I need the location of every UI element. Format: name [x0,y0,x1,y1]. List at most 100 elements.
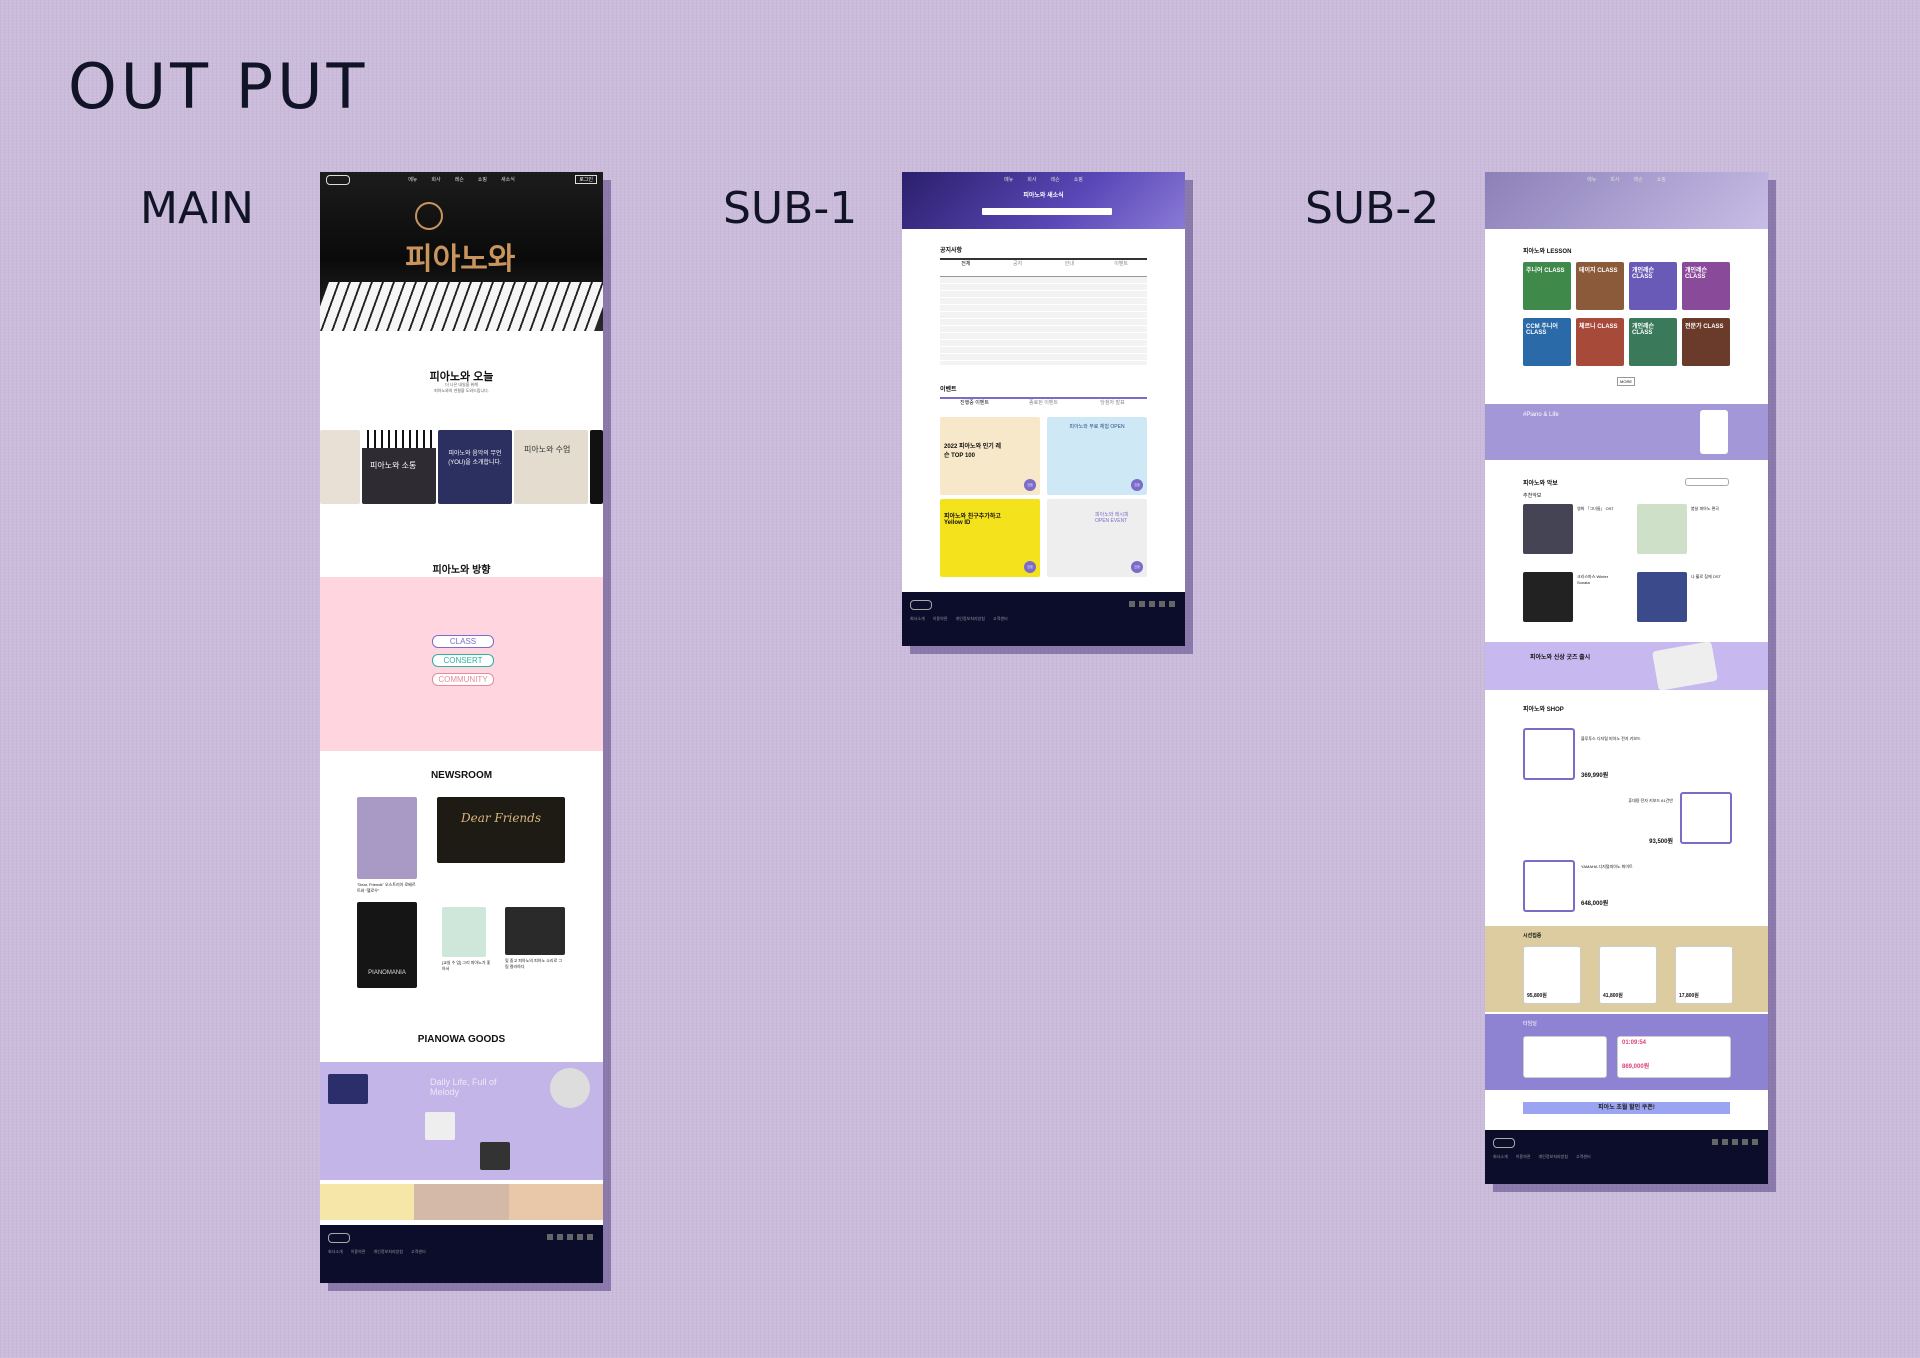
lesson-label: 주니어 CLASS [1526,268,1565,274]
event-card[interactable]: 피아노와 레시피 OPEN EVENT 진행 [1047,499,1147,577]
footer-link[interactable]: 이용약관 [933,616,948,622]
footer-link[interactable]: 회사소개 [328,1249,343,1255]
notice-tab[interactable]: 이벤트 [1095,260,1147,270]
shop-item-image[interactable] [1523,860,1575,912]
score-search-input[interactable] [1685,478,1729,486]
footer-logo[interactable] [910,600,932,610]
search-input[interactable] [982,208,1112,215]
footer-link[interactable]: 이용약관 [351,1249,366,1255]
footer-link[interactable]: 개인정보처리방침 [1538,1154,1567,1160]
coupon-banner[interactable]: 피아노 초월 할인 쿠폰! [1523,1102,1730,1114]
news-thumb[interactable]: Dear Friends [437,797,565,863]
score-thumb[interactable] [1637,504,1687,554]
score-caption[interactable]: 봄날 피아노 편곡 [1691,506,1731,512]
news-thumb[interactable] [442,907,486,957]
timesale-card[interactable]: 01:09:54 869,000원 [1617,1036,1731,1078]
lesson-card[interactable]: 체르니 CLASS [1576,318,1624,366]
footer-social-icons[interactable] [547,1234,593,1240]
banner-slide[interactable] [320,430,360,504]
footer-link[interactable]: 회사소개 [910,616,925,622]
lesson-card[interactable]: 개인레슨 CLASS [1629,318,1677,366]
shop-item-image[interactable] [1523,728,1575,780]
banner-carousel[interactable]: 피아노와 소통 피아노와 음악의 무언(YOU)을 소개합니다. 피아노와 수업 [320,430,603,504]
event-card[interactable]: 피아노와 무료 체험 OPEN 진행 [1047,417,1147,495]
score-caption[interactable]: 나 홀로 집에 OST [1691,574,1731,580]
footer-link[interactable]: 개인정보처리방침 [373,1249,402,1255]
event-tab[interactable]: 종료된 이벤트 [1009,399,1078,409]
main-nav: 메뉴 회사 레슨 쇼핑 새소식 [408,176,515,183]
lesson-card[interactable]: 주니어 CLASS [1523,262,1571,310]
lesson-card[interactable]: 개인레슨 CLASS [1682,262,1730,310]
event-card[interactable]: 2022 피아노와 인기 레슨 TOP 100 진행 [940,417,1040,495]
goods-slogan: Daily Life, Full of Melody [430,1077,497,1097]
news-caption[interactable]: "Dear, Friends" 오스트리아 로베르트와 "헬로우" [357,882,417,894]
footer-link[interactable]: 이용약관 [1516,1154,1531,1160]
news-thumb[interactable] [505,907,565,955]
shop-desc[interactable]: YAMAHA 디지털피아노 화이트 [1581,864,1721,870]
notice-tab[interactable]: 안내 [1044,260,1096,270]
class-pill[interactable]: CLASS [432,635,494,648]
score-thumb[interactable] [1523,572,1573,622]
lesson-card[interactable]: 전문가 CLASS [1682,318,1730,366]
recommend-card[interactable]: 95,800원 [1523,946,1581,1004]
banner-slide[interactable] [590,430,603,504]
lesson-label: 개인레슨 CLASS [1632,268,1655,280]
lesson-card[interactable]: CCM 주니어 CLASS [1523,318,1571,366]
event-tab[interactable]: 당첨자 발표 [1078,399,1147,409]
goods-product[interactable] [328,1074,368,1104]
event-card[interactable]: 피아노와 친구추가하고 Yellow ID 진행 [940,499,1040,577]
news-caption[interactable]: 및 중고 피아노의 피아노 소리로 그림 컬러하다 [505,958,565,970]
event-tab[interactable]: 진행중 이벤트 [940,399,1009,409]
footer-links[interactable]: 회사소개 이용약관 개인정보처리방침 고객센터 [910,616,1008,622]
notice-tab[interactable]: 전체 [940,260,992,270]
footer-logo[interactable] [1493,1138,1515,1148]
life-banner[interactable]: #Piano & Life [1485,404,1768,460]
recommend-price: 17,800원 [1679,993,1699,999]
banner-slide[interactable]: 피아노와 소통 [362,430,436,504]
footer-logo[interactable] [328,1233,350,1243]
sub2-header: 메뉴 회사 레슨 쇼핑 [1485,172,1768,229]
shop-desc[interactable]: 블루투스 디지털 피아노 전자 키보드 [1581,736,1721,742]
banner-slide[interactable]: 피아노와 수업 [514,430,588,504]
direction-section: CLASS CONSERT COMMUNITY [320,577,603,751]
score-thumb[interactable] [1523,504,1573,554]
score-caption[interactable]: 크리스마스 Winter Sonata [1577,574,1617,585]
score-thumb[interactable] [1637,572,1687,622]
consert-pill[interactable]: CONSERT [432,654,494,667]
login-button[interactable]: 로그인 [575,175,597,184]
goods-banner-text: 피아노와 신상 굿즈 출시 [1530,655,1591,661]
notice-list[interactable] [940,276,1147,365]
recommend-card[interactable]: 41,800원 [1599,946,1657,1004]
news-thumb[interactable] [357,797,417,879]
footer-link[interactable]: 고객센터 [993,616,1008,622]
sub1-nav: 메뉴 회사 레슨 쇼핑 [1004,176,1083,183]
news-caption[interactable]: [교실 수 업] 그리 피아노가 좋아서 [442,960,492,972]
shop-item-image[interactable] [1680,792,1732,844]
hero-section: 메뉴 회사 레슨 쇼핑 새소식 로그인 피아노와 [320,172,603,331]
more-button[interactable]: MORE [1617,377,1635,386]
goods-product[interactable] [550,1068,590,1108]
lesson-card[interactable]: 개인레슨 CLASS [1629,262,1677,310]
community-pill[interactable]: COMMUNITY [432,673,494,686]
banner-slide[interactable]: 피아노와 음악의 무언(YOU)을 소개합니다. [438,430,512,504]
goods-product[interactable] [480,1142,510,1170]
footer-link[interactable]: 개인정보처리방침 [955,616,984,622]
footer-social-icons[interactable] [1712,1139,1758,1145]
lesson-card[interactable]: 테이지 CLASS [1576,262,1624,310]
timesale-image[interactable] [1523,1036,1607,1078]
footer-link[interactable]: 고객센터 [411,1249,426,1255]
news-thumb[interactable]: PIANOMANIA [357,902,417,988]
footer-links[interactable]: 회사소개 이용약관 개인정보처리방침 고객센터 [1493,1154,1591,1160]
shop-desc[interactable]: 휴대용 전자 키보드 61건반 [1545,798,1673,804]
footer-social-icons[interactable] [1129,601,1175,607]
promo-strip[interactable] [320,1184,603,1220]
site-logo[interactable] [326,175,350,185]
goods-banner[interactable]: 피아노와 신상 굿즈 출시 [1485,641,1768,691]
notice-tab[interactable]: 공지 [992,260,1044,270]
footer-link[interactable]: 회사소개 [1493,1154,1508,1160]
footer-link[interactable]: 고객센터 [1576,1154,1591,1160]
score-caption[interactable]: 영화 「그녀들」 OST [1577,506,1617,512]
footer-links[interactable]: 회사소개 이용약관 개인정보처리방침 고객센터 [328,1249,426,1255]
recommend-card[interactable]: 17,800원 [1675,946,1733,1004]
goods-product[interactable] [425,1112,455,1140]
